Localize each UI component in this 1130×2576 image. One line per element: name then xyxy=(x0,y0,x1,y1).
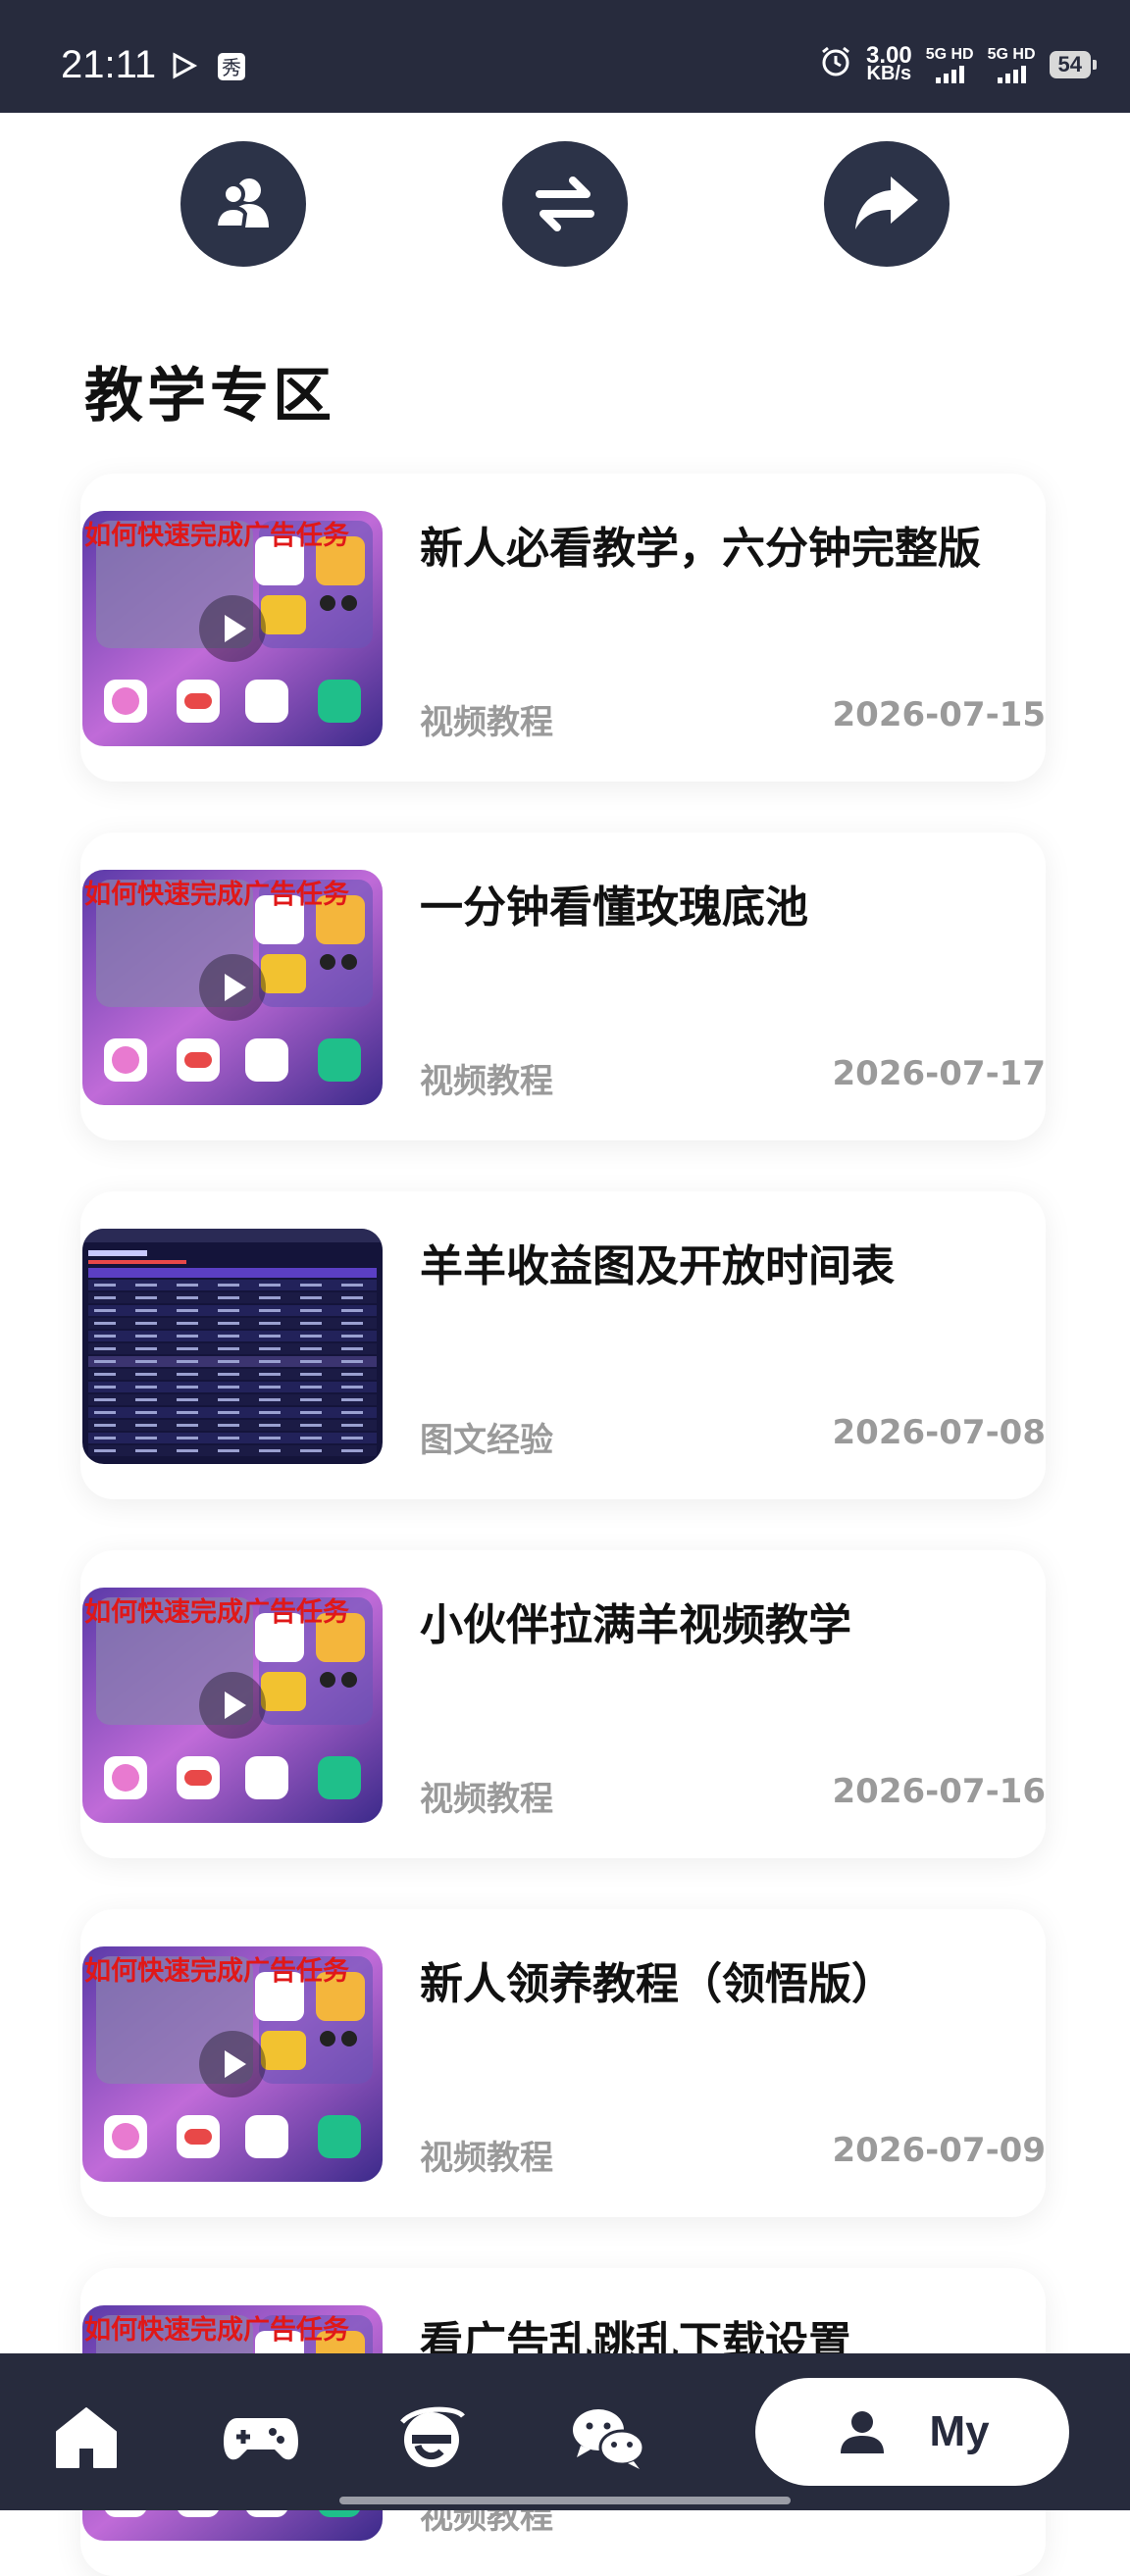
net-speed: 3.00 KB/s xyxy=(865,41,912,84)
swap-icon xyxy=(536,177,594,231)
tutorial-date: 2026-07-17 xyxy=(832,1054,1046,1093)
tutorial-date: 2026-07-09 xyxy=(832,2131,1046,2170)
thumbnail-overlay-text: 如何快速完成广告任务 xyxy=(84,1596,349,1628)
nav-games[interactable] xyxy=(222,2402,300,2477)
nav-my-label: My xyxy=(929,2407,990,2455)
swap-button[interactable] xyxy=(502,141,628,267)
thumbnail-overlay-text: 如何快速完成广告任务 xyxy=(84,520,349,551)
nav-browser[interactable] xyxy=(396,2402,467,2477)
tutorial-title: 一分钟看懂玫瑰底池 xyxy=(420,883,808,933)
tutorial-card[interactable]: 羊羊收益图及开放时间表 图文经验 2026-07-08 xyxy=(80,1191,1046,1499)
video-thumbnail: 如何快速完成广告任务 xyxy=(82,1946,383,2182)
tutorial-title: 羊羊收益图及开放时间表 xyxy=(420,1241,895,1291)
svg-text:秀: 秀 xyxy=(222,56,241,79)
signal-5g-1: 5G HD xyxy=(926,46,974,83)
nav-wechat[interactable] xyxy=(569,2402,647,2477)
tutorial-title: 新人领养教程（领悟版） xyxy=(420,1959,895,2009)
app-notification-icon: 秀 xyxy=(216,51,247,86)
share-icon xyxy=(855,177,918,229)
tutorial-date: 2026-07-15 xyxy=(832,695,1046,734)
tutorial-category: 视频教程 xyxy=(420,1062,553,1101)
tutorial-date: 2026-07-16 xyxy=(832,1772,1046,1811)
tutorial-card[interactable]: 如何快速完成广告任务 小伙伴拉满羊视频教学 视频教程 2026-07-16 xyxy=(80,1550,1046,1858)
tutorial-card[interactable]: 如何快速完成广告任务 新人领养教程（领悟版） 视频教程 2026-07-09 xyxy=(80,1909,1046,2217)
tutorial-category: 视频教程 xyxy=(420,703,553,742)
friends-button[interactable] xyxy=(180,141,306,267)
tutorial-card[interactable]: 如何快速完成广告任务 新人必看教学，六分钟完整版 视频教程 2026-07-15 xyxy=(80,474,1046,782)
thumbnail-overlay-text: 如何快速完成广告任务 xyxy=(84,2314,349,2346)
play-store-icon xyxy=(169,51,198,84)
tutorial-title: 新人必看教学，六分钟完整版 xyxy=(420,524,981,574)
browser-e-icon xyxy=(400,2406,465,2467)
nav-my-tab[interactable]: My xyxy=(755,2378,1069,2486)
tutorial-thumbnail[interactable]: 如何快速完成广告任务 xyxy=(82,870,383,1105)
tutorial-date: 2026-07-08 xyxy=(832,1413,1046,1452)
nav-home[interactable] xyxy=(51,2402,122,2477)
status-indicators: 3.00 KB/s 5G HD 5G HD 54 xyxy=(819,41,1098,84)
video-thumbnail: 如何快速完成广告任务 xyxy=(82,511,383,746)
video-thumbnail: 如何快速完成广告任务 xyxy=(82,870,383,1105)
table-thumbnail xyxy=(82,1229,383,1464)
users-icon xyxy=(213,178,269,229)
home-icon xyxy=(56,2407,117,2468)
home-indicator xyxy=(339,2497,791,2504)
user-icon xyxy=(841,2411,885,2453)
signal-5g-2: 5G HD xyxy=(988,46,1036,83)
thumbnail-overlay-text: 如何快速完成广告任务 xyxy=(84,879,349,910)
tutorial-title: 小伙伴拉满羊视频教学 xyxy=(420,1600,851,1650)
video-thumbnail: 如何快速完成广告任务 xyxy=(82,1588,383,1823)
wechat-icon xyxy=(573,2409,645,2469)
tutorial-thumbnail[interactable]: 如何快速完成广告任务 xyxy=(82,1588,383,1823)
status-bar: 21:11 秀 3.00 KB/s 5G HD 5G HD 54 xyxy=(0,0,1130,113)
battery-indicator: 54 xyxy=(1049,50,1098,78)
gamepad-icon xyxy=(224,2418,298,2460)
tutorial-card[interactable]: 如何快速完成广告任务 一分钟看懂玫瑰底池 视频教程 2026-07-17 xyxy=(80,833,1046,1140)
tutorial-thumbnail[interactable] xyxy=(82,1229,383,1464)
tutorial-category: 视频教程 xyxy=(420,1780,553,1819)
section-title: 教学专区 xyxy=(84,362,335,430)
tutorial-category: 图文经验 xyxy=(420,1421,553,1460)
tutorial-category: 视频教程 xyxy=(420,2139,553,2178)
tutorial-thumbnail[interactable]: 如何快速完成广告任务 xyxy=(82,511,383,746)
status-time: 21:11 xyxy=(61,43,157,86)
bottom-navigation: My xyxy=(0,2353,1130,2510)
thumbnail-overlay-text: 如何快速完成广告任务 xyxy=(84,1955,349,1987)
tutorial-thumbnail[interactable]: 如何快速完成广告任务 xyxy=(82,1946,383,2182)
share-button[interactable] xyxy=(824,141,950,267)
signal-bars-icon xyxy=(935,64,964,83)
signal-bars-icon xyxy=(997,64,1026,83)
alarm-icon xyxy=(819,45,852,83)
